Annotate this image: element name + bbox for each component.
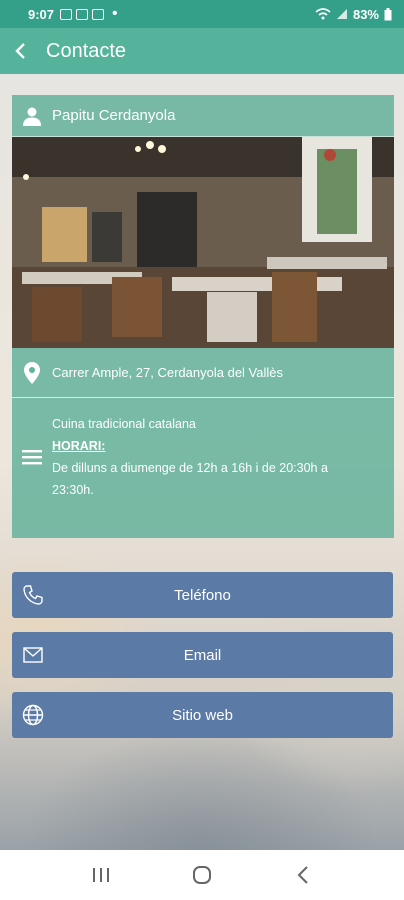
website-button[interactable]: Sitio web bbox=[12, 692, 393, 738]
back-nav-icon bbox=[297, 866, 309, 884]
hours-line-1: De dilluns a diumenge de 12h a 16h i de … bbox=[52, 461, 328, 475]
restaurant-photo bbox=[12, 137, 394, 348]
website-button-label: Sitio web bbox=[172, 706, 233, 724]
phone-icon bbox=[22, 584, 44, 606]
app-bar: Contacte bbox=[0, 28, 404, 74]
phone-button-label: Teléfono bbox=[174, 586, 231, 604]
description: Cuina tradicional catalana bbox=[52, 417, 196, 431]
message-icon bbox=[92, 8, 105, 20]
home-button[interactable] bbox=[182, 855, 222, 895]
status-bar: 9:07 • 83% bbox=[0, 0, 404, 28]
system-nav-bar bbox=[0, 850, 404, 900]
notification-icon bbox=[60, 8, 73, 20]
phone-button[interactable]: Teléfono bbox=[12, 572, 393, 618]
mail-icon bbox=[22, 644, 44, 666]
status-time: 9:07 bbox=[28, 6, 55, 22]
battery-percent: 83% bbox=[352, 6, 379, 22]
person-icon bbox=[12, 106, 52, 126]
info-section: Cuina tradicional catalana HORARI: De di… bbox=[12, 398, 394, 501]
restaurant-name: Papitu Cerdanyola bbox=[52, 107, 176, 124]
recents-icon bbox=[92, 868, 109, 882]
battery-icon bbox=[384, 7, 392, 20]
info-text: Cuina tradicional catalana HORARI: De di… bbox=[52, 413, 328, 501]
hours-line-2: 23:30h. bbox=[52, 483, 94, 497]
signal-icon bbox=[336, 9, 347, 19]
more-dot-icon: • bbox=[112, 5, 118, 22]
notification-icons: • bbox=[60, 5, 118, 23]
card-header: Papitu Cerdanyola bbox=[12, 95, 394, 137]
gallery-icon bbox=[76, 8, 89, 20]
status-right: 83% bbox=[315, 7, 392, 22]
contact-card: Papitu Cerdanyola Carrer Ample, 27, Cerd… bbox=[12, 95, 394, 538]
recents-button[interactable] bbox=[81, 855, 121, 895]
email-button-label: Email bbox=[183, 646, 222, 664]
home-icon bbox=[192, 866, 211, 884]
email-button[interactable]: Email bbox=[12, 632, 393, 678]
wifi-icon bbox=[315, 8, 331, 20]
location-pin-icon bbox=[12, 361, 52, 384]
page-title: Contacte bbox=[46, 39, 127, 62]
back-arrow-icon bbox=[15, 43, 25, 59]
hours-header: HORARI: bbox=[52, 439, 106, 453]
menu-lines-icon bbox=[12, 413, 52, 501]
back-nav-button[interactable] bbox=[283, 855, 323, 895]
back-button[interactable] bbox=[0, 28, 40, 74]
address-row[interactable]: Carrer Ample, 27, Cerdanyola del Vallès bbox=[12, 348, 394, 398]
address-text: Carrer Ample, 27, Cerdanyola del Vallès bbox=[52, 365, 283, 380]
globe-icon bbox=[22, 704, 44, 726]
